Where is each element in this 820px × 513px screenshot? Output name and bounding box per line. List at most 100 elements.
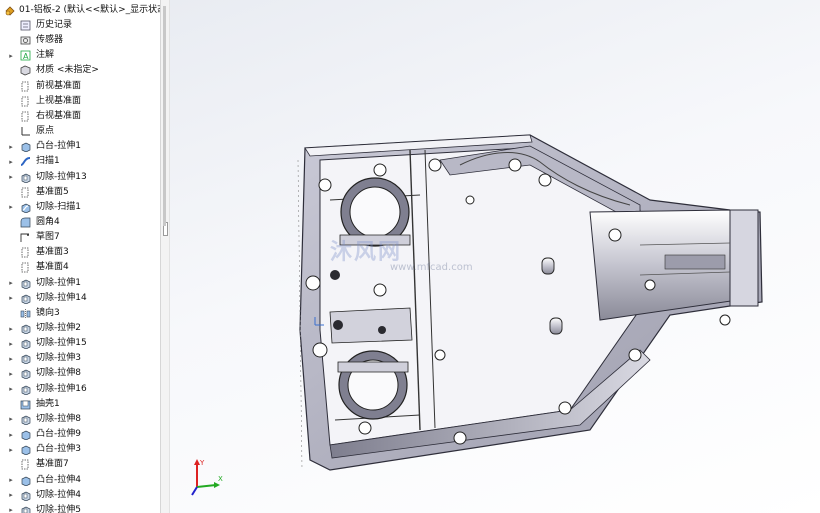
tree-item-label: 材质 <未指定> (36, 65, 99, 76)
tree-scrollbar[interactable] (163, 6, 166, 226)
tree-item-label: 凸台-拉伸9 (36, 429, 81, 440)
expand-arrow-icon[interactable]: ▸ (7, 412, 15, 427)
expand-arrow-icon[interactable]: ▸ (7, 154, 15, 169)
annotation-icon: A (20, 50, 31, 61)
cut-icon (20, 172, 31, 183)
expand-arrow-icon[interactable]: ▸ (7, 336, 15, 351)
tree-item-label: 基准面7 (36, 459, 69, 470)
tree-item[interactable]: 基准面4 (0, 260, 160, 275)
tree-item-label: 切除-拉伸1 (36, 277, 81, 288)
tree-item[interactable]: 基准面5 (0, 185, 160, 200)
tree-root[interactable]: 01-铝板-2 (默认<<默认>_显示状态 (0, 3, 160, 18)
tree-item[interactable]: ▸ 凸台-拉伸1 (0, 139, 160, 154)
part-icon (4, 5, 15, 16)
mirror-icon (20, 308, 31, 319)
expand-arrow-icon[interactable]: ▸ (7, 442, 15, 457)
tree-item-label: 凸台-拉伸3 (36, 444, 81, 455)
expand-arrow-icon[interactable]: ▸ (7, 382, 15, 397)
expand-arrow-icon[interactable]: ▸ (7, 473, 15, 488)
expand-arrow-icon[interactable]: ▸ (7, 366, 15, 381)
sensor-icon (20, 35, 31, 46)
cut-sweep-icon (20, 202, 31, 214)
expand-arrow-icon[interactable]: ▸ (7, 276, 15, 291)
tree-item[interactable]: ▸ 切除-拉伸16 (0, 382, 160, 397)
tree-item[interactable]: ▸ 扫描1 (0, 154, 160, 169)
tree-item[interactable]: 基准面7 (0, 457, 160, 472)
tree-item-label: 基准面4 (36, 262, 69, 273)
tree-item[interactable]: ▸ 切除-拉伸2 (0, 321, 160, 336)
watermark-url: www.mfcad.com (390, 262, 473, 273)
tree-item-label: 凸台-拉伸4 (36, 474, 81, 485)
tree-item[interactable]: 圆角4 (0, 215, 160, 230)
tree-item-label: 切除-扫描1 (36, 201, 81, 212)
triad-y-label: X (218, 475, 223, 483)
plane-icon (20, 262, 31, 273)
cut-icon (20, 384, 31, 395)
extrude-icon (20, 475, 31, 486)
tree-item[interactable]: ▸ 切除-拉伸8 (0, 412, 160, 427)
tree-item[interactable]: 镜向3 (0, 306, 160, 321)
plane-icon (20, 247, 31, 258)
tree-item-label: 历史记录 (36, 20, 73, 30)
tree-item[interactable]: 基准面3 (0, 245, 160, 260)
tree-item-label: 切除-拉伸13 (36, 171, 87, 182)
expand-arrow-icon[interactable]: ▸ (7, 321, 15, 336)
tree-item-label: 草图7 (36, 232, 60, 243)
expand-arrow-icon[interactable]: ▸ (7, 488, 15, 503)
tree-item-label: 前视基准面 (36, 80, 82, 91)
tree-item[interactable]: ▸ 切除-拉伸8 (0, 366, 160, 381)
tree-item-label: 注解 (36, 50, 55, 61)
cut-icon (20, 278, 31, 289)
tree-item-label: 切除-拉伸5 (36, 504, 81, 513)
tree-item[interactable]: ▸ 凸台-拉伸3 (0, 442, 160, 457)
extrude-icon (20, 141, 31, 153)
expand-arrow-icon[interactable]: ▸ (7, 503, 15, 513)
expand-arrow-icon[interactable]: ▸ (7, 427, 15, 442)
material-icon (20, 65, 31, 76)
sweep-icon (20, 156, 31, 167)
tree-item-label: 切除-拉伸8 (36, 368, 81, 379)
cut-icon (20, 293, 31, 305)
extrude-icon (20, 429, 31, 441)
feature-manager-tree: 01-铝板-2 (默认<<默认>_显示状态 历史记录传感器 ▸ A 注解材质 <未指定… (0, 0, 160, 513)
tree-item-label: 切除-拉伸4 (36, 489, 81, 500)
tree-item[interactable]: ▸ 切除-扫描1 (0, 200, 160, 215)
expand-arrow-icon[interactable]: ▸ (7, 291, 15, 306)
tree-item[interactable]: ▸ A 注解 (0, 48, 160, 63)
tree-item[interactable]: ▸ 切除-拉伸14 (0, 291, 160, 306)
tree-item-label: 凸台-拉伸1 (36, 141, 81, 152)
tree-item-label: 圆角4 (36, 216, 60, 227)
tree-item[interactable]: ▸ 切除-拉伸5 (0, 503, 160, 513)
tree-item[interactable]: 原点 (0, 124, 160, 139)
sketch-icon (20, 232, 31, 243)
tree-item-label: 传感器 (36, 35, 64, 46)
tree-item[interactable]: ▸ 切除-拉伸3 (0, 351, 160, 366)
tree-item[interactable]: ▸ 切除-拉伸1 (0, 276, 160, 291)
tree-item[interactable]: 上视基准面 (0, 94, 160, 109)
tree-item[interactable]: 草图7 (0, 230, 160, 245)
tree-item[interactable]: ▸ 凸台-拉伸4 (0, 473, 160, 488)
expand-arrow-icon[interactable]: ▸ (7, 170, 15, 185)
shell-icon (20, 399, 31, 410)
part-model-view[interactable] (170, 0, 820, 513)
tree-item[interactable]: ▸ 切除-拉伸13 (0, 170, 160, 185)
tree-item[interactable]: 材质 <未指定> (0, 63, 160, 78)
tree-item[interactable]: 抽壳1 (0, 397, 160, 412)
tree-item-label: 切除-拉伸8 (36, 413, 81, 424)
expand-arrow-icon[interactable]: ▸ (7, 48, 15, 63)
tree-item[interactable]: ▸ 凸台-拉伸9 (0, 427, 160, 442)
cut-icon (20, 414, 31, 426)
expand-arrow-icon[interactable]: ▸ (7, 351, 15, 366)
tree-item[interactable]: 历史记录 (0, 18, 160, 33)
tree-item[interactable]: ▸ 切除-拉伸15 (0, 336, 160, 351)
tree-item[interactable]: 右视基准面 (0, 109, 160, 124)
expand-arrow-icon[interactable]: ▸ (7, 139, 15, 154)
origin-icon (20, 126, 31, 137)
tree-item[interactable]: 前视基准面 (0, 79, 160, 94)
expand-arrow-icon[interactable]: ▸ (7, 200, 15, 215)
tree-item[interactable]: 传感器 (0, 33, 160, 48)
tree-item[interactable]: ▸ 切除-拉伸4 (0, 488, 160, 503)
tree-item-label: 原点 (36, 126, 55, 137)
cut-icon (20, 368, 31, 380)
graphics-viewport[interactable]: 沐风网 www.mfcad.com Y X (170, 0, 820, 513)
